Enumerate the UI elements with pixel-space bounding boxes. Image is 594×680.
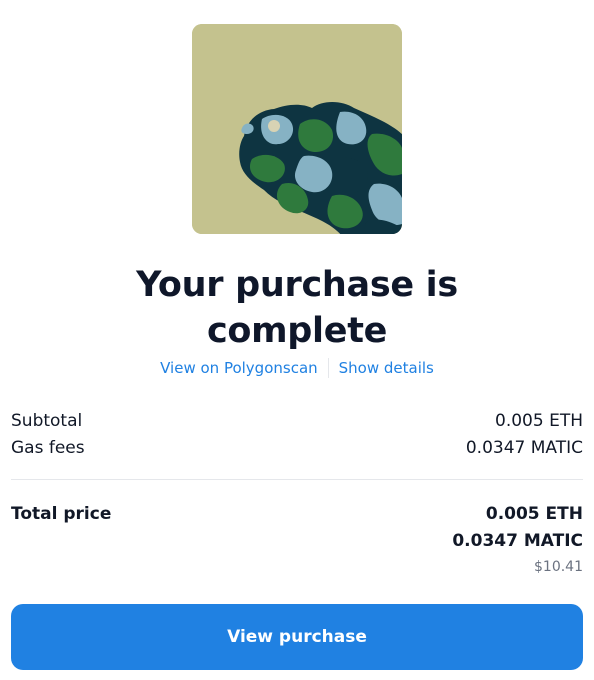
- total-price-values: 0.005 ETH 0.0347 MATIC $10.41: [452, 501, 583, 577]
- view-purchase-button[interactable]: View purchase: [11, 604, 583, 670]
- view-on-polygonscan-link[interactable]: View on Polygonscan: [160, 357, 318, 379]
- transaction-links: View on Polygonscan Show details: [0, 357, 594, 379]
- nft-artwork-image: [192, 24, 402, 234]
- total-matic-value: 0.0347 MATIC: [452, 531, 583, 551]
- total-price-label: Total price: [11, 504, 112, 524]
- link-divider: [327, 358, 329, 378]
- gas-fees-label: Gas fees: [11, 438, 85, 458]
- gas-fees-row: Gas fees 0.0347 MATIC: [11, 436, 583, 460]
- subtotal-label: Subtotal: [11, 411, 83, 431]
- title-line-1: Your purchase is: [136, 265, 458, 305]
- gas-fees-value: 0.0347 MATIC: [465, 438, 583, 458]
- page-title: Your purchase is complete: [0, 262, 594, 354]
- subtotal-value: 0.005 ETH: [495, 411, 583, 431]
- show-details-link[interactable]: Show details: [339, 357, 434, 379]
- total-eth-value: 0.005 ETH: [485, 504, 583, 524]
- divider: [11, 479, 583, 480]
- subtotal-row: Subtotal 0.005 ETH: [11, 409, 583, 433]
- title-line-2: complete: [206, 311, 388, 351]
- total-usd-value: $10.41: [534, 559, 583, 575]
